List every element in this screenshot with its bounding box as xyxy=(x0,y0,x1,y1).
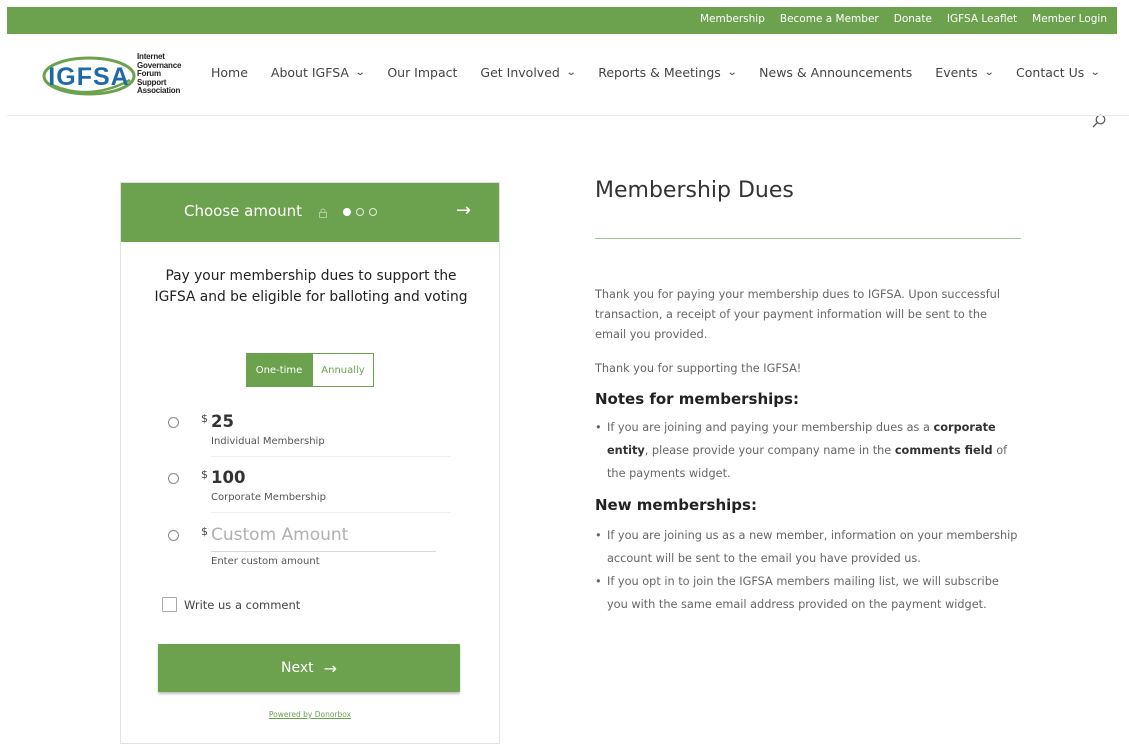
nav-label: Get Involved xyxy=(480,65,560,80)
notes-bold-comments: comments field xyxy=(894,444,993,457)
step-dot-active xyxy=(343,208,351,216)
chevron-down-icon: ⌄ xyxy=(726,67,738,78)
top-link-donate[interactable]: Donate xyxy=(894,13,932,25)
powered-by-link[interactable]: Powered by Donorbox xyxy=(121,710,499,719)
nav-item-contact[interactable]: Contact Us ⌄ xyxy=(1016,65,1101,80)
notes-heading: Notes for memberships: xyxy=(595,390,799,408)
nav-item-home[interactable]: Home xyxy=(211,65,248,80)
nav-item-reports[interactable]: Reports & Meetings ⌄ xyxy=(598,65,738,80)
new-memberships-item: If you are joining us as a new member, i… xyxy=(595,524,1019,570)
amount-radio[interactable] xyxy=(168,530,179,541)
top-link-become-member[interactable]: Become a Member xyxy=(780,13,879,25)
amount-radio[interactable] xyxy=(168,417,179,428)
comment-checkbox[interactable] xyxy=(162,597,177,612)
notes-list: If you are joining and paying your membe… xyxy=(595,416,1019,485)
new-memberships-item: If you opt in to join the IGFSA members … xyxy=(595,570,1019,616)
widget-intro: Pay your membership dues to support the … xyxy=(154,268,468,305)
thank-you-paragraph: Thank you for paying your membership due… xyxy=(595,288,1000,341)
nav-item-events[interactable]: Events ⌄ xyxy=(935,65,995,80)
top-link-membership[interactable]: Membership xyxy=(700,13,765,25)
logo-tagline: Internet Governance Forum Support Associ… xyxy=(137,52,197,96)
search-icon[interactable] xyxy=(1092,114,1106,128)
notes-text: If you are joining and paying your membe… xyxy=(607,421,934,434)
amount-label: Individual Membership xyxy=(211,436,325,447)
igfsa-logo[interactable]: IGFSA Internet Governance Forum Support … xyxy=(42,52,192,98)
arrow-right-icon: → xyxy=(323,658,338,678)
nav-label: News & Announcements xyxy=(759,65,913,80)
amount-option-custom[interactable]: $ Custom Amount Enter custom amount xyxy=(168,525,451,570)
notes-text: , please provide your company name in th… xyxy=(644,444,895,457)
nav-item-about[interactable]: About IGFSA ⌄ xyxy=(270,65,366,80)
option-divider xyxy=(211,512,451,513)
page-title: Membership Dues xyxy=(595,178,794,203)
next-button[interactable]: Next → xyxy=(158,644,460,692)
comment-option[interactable]: Write us a comment xyxy=(162,597,300,612)
amount-label: Corporate Membership xyxy=(211,492,326,503)
currency-symbol: $ xyxy=(201,468,208,481)
comment-label: Write us a comment xyxy=(184,597,301,612)
frequency-one-time-button[interactable]: One-time xyxy=(246,353,312,387)
custom-amount-label: Enter custom amount xyxy=(211,556,320,567)
title-divider xyxy=(595,238,1021,239)
nav-label: Reports & Meetings xyxy=(598,65,721,80)
chevron-down-icon: ⌄ xyxy=(565,67,577,78)
chevron-down-icon: ⌄ xyxy=(983,67,995,78)
nav-item-impact[interactable]: Our Impact xyxy=(387,65,457,80)
amount-option-individual[interactable]: $ 25 Individual Membership xyxy=(168,412,451,457)
chevron-down-icon: ⌄ xyxy=(1090,67,1101,78)
top-links: Membership Become a Member Donate IGFSA … xyxy=(685,13,1107,25)
main-nav: Home About IGFSA ⌄ Our Impact Get Involv… xyxy=(211,65,1101,80)
amount-value: 100 xyxy=(211,468,246,487)
step-dot xyxy=(369,208,377,216)
frequency-toggle: One-time Annually xyxy=(246,353,374,387)
chevron-down-icon: ⌄ xyxy=(354,67,366,78)
amount-radio[interactable] xyxy=(168,473,179,484)
frequency-annually-button[interactable]: Annually xyxy=(312,353,374,387)
nav-item-news[interactable]: News & Announcements xyxy=(759,65,912,80)
currency-symbol: $ xyxy=(201,525,208,538)
top-link-leaflet[interactable]: IGFSA Leaflet xyxy=(947,13,1017,25)
next-label: Next xyxy=(280,660,314,676)
custom-amount-input[interactable]: Custom Amount xyxy=(211,525,348,545)
widget-title: Choose amount xyxy=(184,202,303,220)
currency-symbol: $ xyxy=(201,412,208,425)
site-header: IGFSA Internet Governance Forum Support … xyxy=(0,34,1129,128)
donation-widget: Choose amount → Pay your membership dues… xyxy=(120,182,500,744)
amount-value: 25 xyxy=(211,412,234,431)
nav-label: Events xyxy=(935,65,978,80)
nav-label: Contact Us xyxy=(1016,65,1085,80)
option-divider xyxy=(211,456,451,457)
new-memberships-heading: New memberships: xyxy=(595,496,757,514)
lock-icon xyxy=(319,208,327,218)
logo-text: IGFSA xyxy=(48,63,129,91)
support-paragraph: Thank you for supporting the IGFSA! xyxy=(595,362,802,375)
step-indicator xyxy=(343,208,382,216)
nav-item-get-involved[interactable]: Get Involved ⌄ xyxy=(480,65,577,80)
logo-mark: IGFSA xyxy=(42,56,136,96)
header-divider xyxy=(7,115,1129,116)
step-dot xyxy=(356,208,364,216)
header-next-arrow-icon[interactable]: → xyxy=(456,200,471,221)
amount-option-corporate[interactable]: $ 100 Corporate Membership xyxy=(168,468,451,513)
top-link-member-login[interactable]: Member Login xyxy=(1032,13,1107,25)
nav-label: Our Impact xyxy=(387,65,458,80)
custom-amount-underline xyxy=(211,551,436,552)
new-memberships-list: If you are joining us as a new member, i… xyxy=(595,524,1019,616)
nav-label: Home xyxy=(211,65,248,80)
widget-header: Choose amount → xyxy=(121,183,499,242)
tagline-line: Association xyxy=(137,86,181,96)
notes-list-item: If you are joining and paying your membe… xyxy=(595,416,1019,485)
top-utility-bar: Membership Become a Member Donate IGFSA … xyxy=(7,7,1117,34)
nav-label: About IGFSA xyxy=(270,65,349,80)
